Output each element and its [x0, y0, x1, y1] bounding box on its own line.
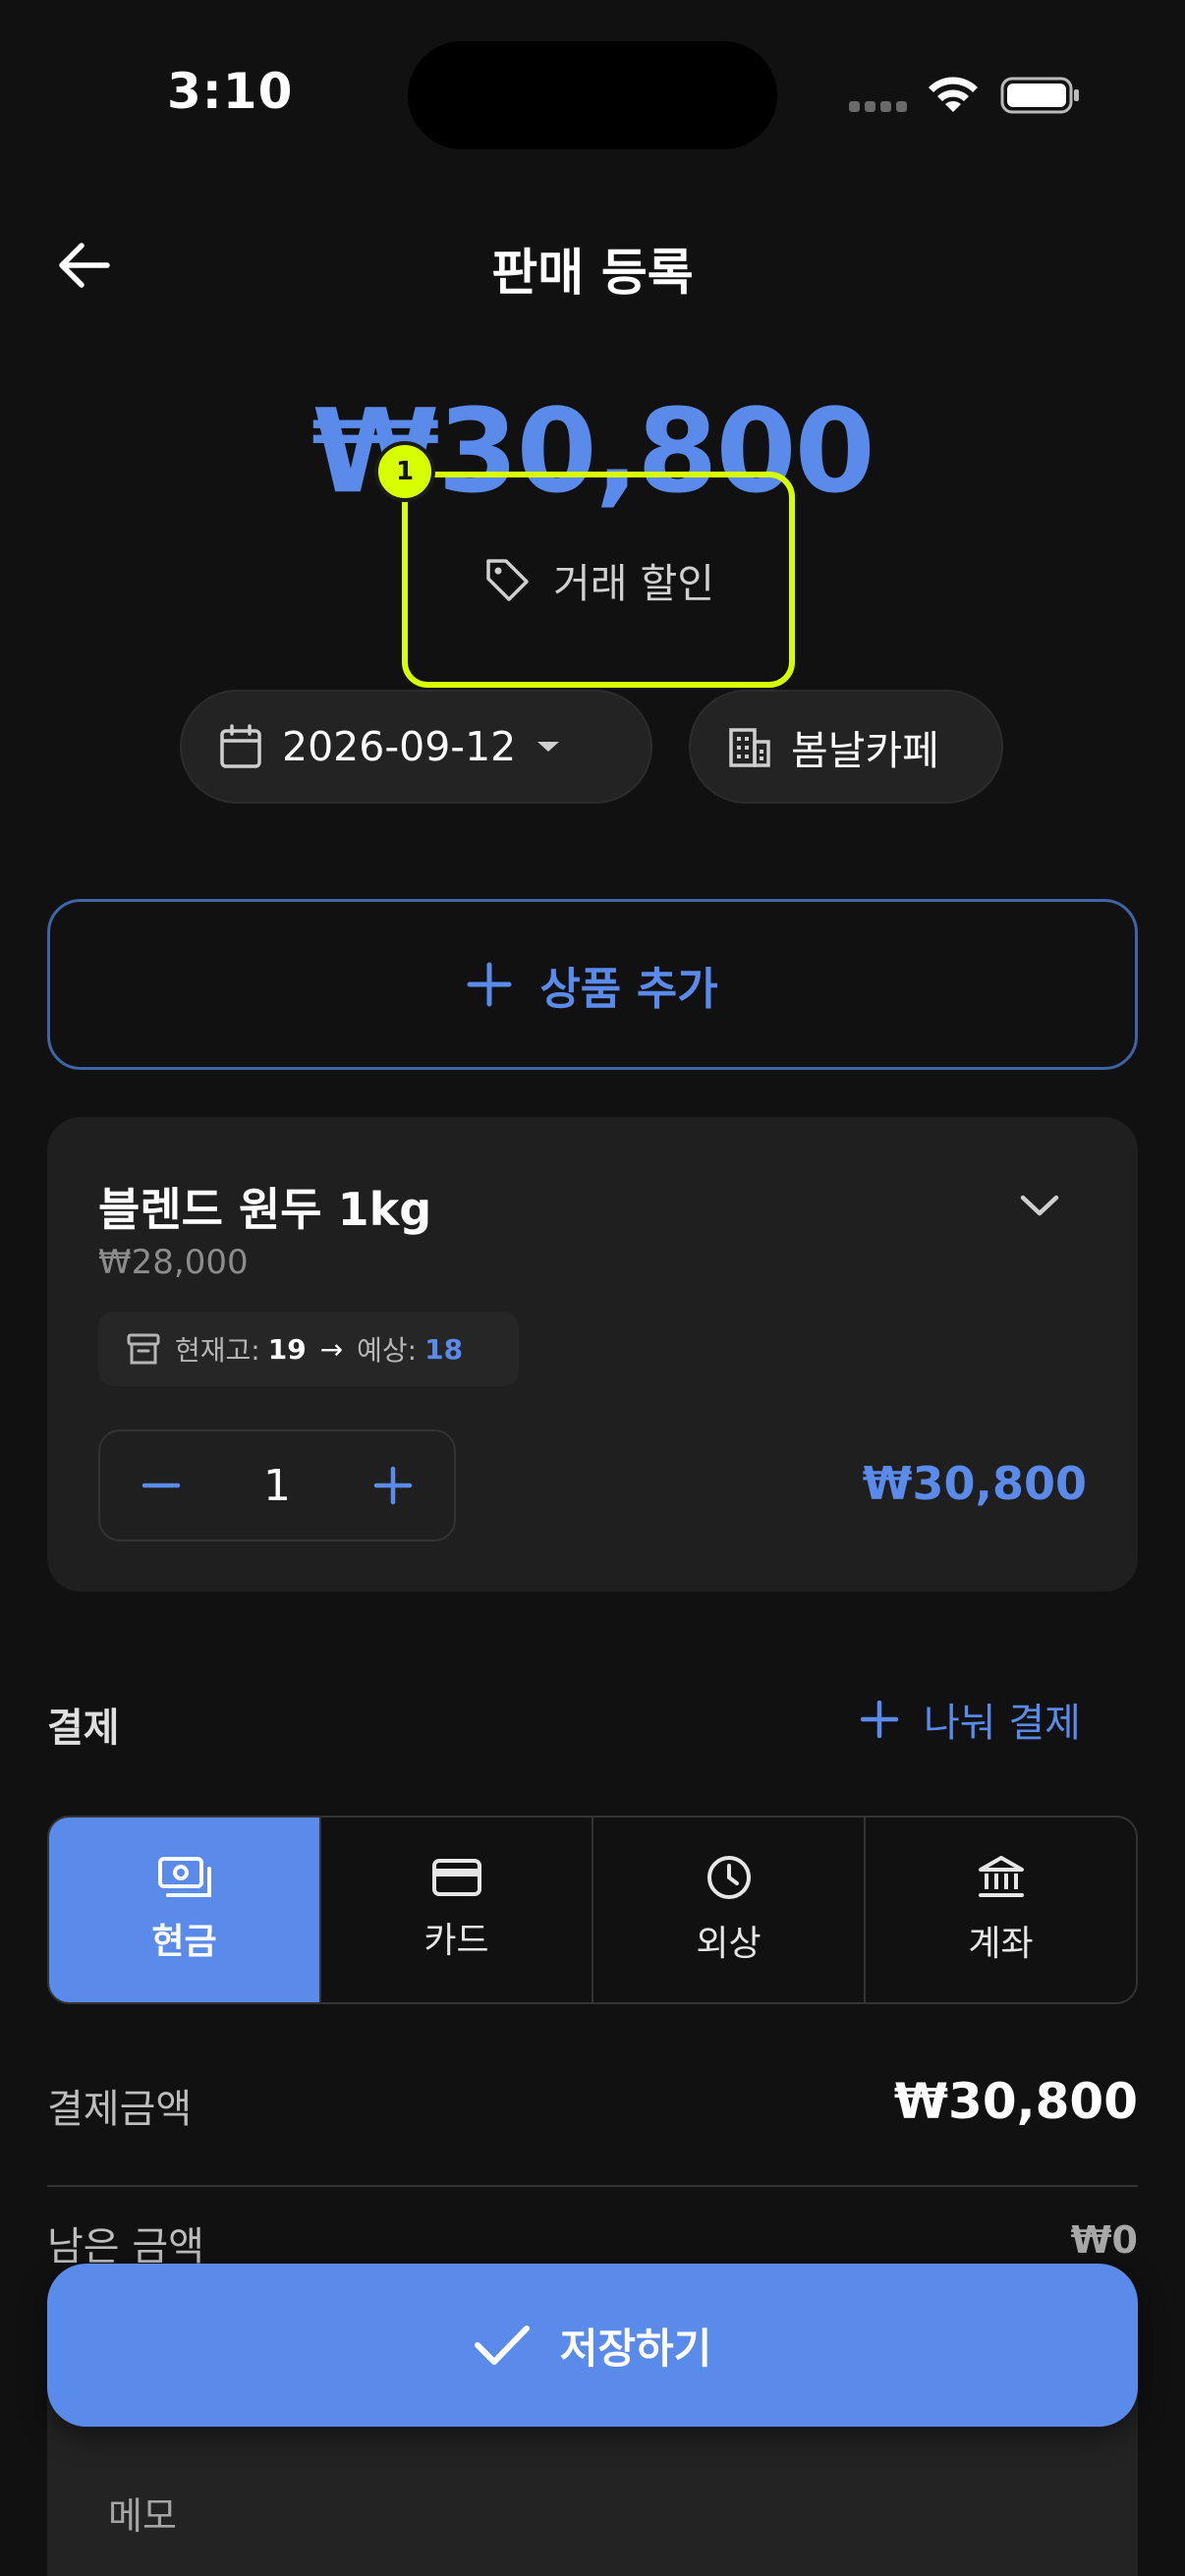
- split-payment-label: 나눠 결제: [924, 1701, 1081, 1746]
- date-selector[interactable]: 2026-09-12: [180, 690, 652, 804]
- page-title: 판매 등록: [491, 245, 694, 303]
- save-button[interactable]: 저장하기: [47, 2264, 1138, 2427]
- plus-icon: [467, 962, 512, 1007]
- payment-method-card[interactable]: 카드: [321, 1818, 593, 2002]
- expand-product-button[interactable]: [1010, 1181, 1069, 1230]
- bank-icon: [978, 1856, 1024, 1897]
- plus-icon: [373, 1466, 413, 1505]
- payment-method-credit[interactable]: 외상: [593, 1818, 866, 2002]
- divider: [47, 2185, 1138, 2187]
- remaining-amount-value: ₩0: [1070, 2218, 1138, 2262]
- payment-amount-value: ₩30,800: [893, 2073, 1138, 2130]
- quantity-value[interactable]: 1: [263, 1461, 291, 1511]
- stock-arrow: →: [319, 1332, 344, 1366]
- clock-icon: [706, 1856, 751, 1899]
- wifi-icon: [929, 77, 978, 112]
- minus-icon: [141, 1483, 181, 1488]
- sales-register-screen: 3:10 판매 등록 ₩30,800 거래 할인 1 2026-09-12 봄날…: [0, 0, 1185, 2576]
- discount-button[interactable]: 거래 할인: [402, 472, 795, 688]
- payment-section-title: 결제: [47, 1706, 120, 1751]
- payment-amount-label: 결제금액: [47, 2087, 193, 2132]
- payment-method-card-label: 카드: [423, 1921, 489, 1961]
- payment-method-cash-label: 현금: [151, 1922, 217, 1962]
- payment-method-transfer-label: 계좌: [968, 1924, 1034, 1964]
- cellular-signal-icon: [849, 101, 908, 115]
- split-payment-button[interactable]: 나눠 결제: [861, 1682, 1081, 1757]
- decrease-quantity-button[interactable]: [132, 1456, 191, 1515]
- product-unit-price: ₩28,000: [98, 1243, 249, 1282]
- check-icon: [474, 2325, 530, 2365]
- quantity-stepper: 1: [98, 1429, 456, 1541]
- date-value: 2026-09-12: [282, 723, 517, 770]
- stock-expected-label: 예상:: [357, 1334, 418, 1367]
- add-product-label: 상품 추가: [539, 962, 718, 1015]
- archive-icon: [127, 1333, 160, 1365]
- status-time: 3:10: [167, 63, 294, 120]
- stock-info: 현재고: 19 → 예상: 18: [98, 1312, 519, 1386]
- card-icon: [431, 1859, 481, 1896]
- store-name: 봄날카페: [791, 727, 939, 774]
- battery-icon: [1000, 77, 1079, 114]
- dynamic-island: [408, 41, 777, 149]
- cash-icon: [157, 1857, 211, 1897]
- stock-expected-value: 18: [424, 1332, 464, 1366]
- increase-quantity-button[interactable]: [364, 1456, 423, 1515]
- payment-method-transfer[interactable]: 계좌: [866, 1818, 1136, 2002]
- annotation-badge: 1: [374, 441, 435, 502]
- building-icon: [729, 728, 770, 767]
- payment-method-cash[interactable]: 현금: [49, 1818, 321, 2002]
- memo-label: 메모: [108, 2494, 177, 2538]
- chevron-down-icon: [1020, 1195, 1059, 1216]
- discount-label: 거래 할인: [553, 560, 714, 607]
- tag-icon: [486, 559, 529, 601]
- stock-current-value: 19: [267, 1332, 307, 1366]
- payment-method-selector: 현금 카드 외상 계좌: [47, 1816, 1138, 2004]
- dropdown-caret-icon: [537, 742, 560, 752]
- payment-method-credit-label: 외상: [696, 1924, 762, 1964]
- add-product-button[interactable]: 상품 추가: [47, 899, 1138, 1070]
- line-total: ₩30,800: [862, 1457, 1087, 1510]
- stock-current-label: 현재고:: [175, 1334, 260, 1367]
- store-selector[interactable]: 봄날카페: [689, 690, 1003, 804]
- product-name: 블렌드 원두 1kg: [98, 1183, 432, 1236]
- calendar-icon: [220, 724, 261, 768]
- save-label: 저장하기: [559, 2324, 712, 2373]
- plus-icon: [861, 1701, 898, 1738]
- product-card: 블렌드 원두 1kg ₩28,000 현재고: 19 → 예상: 18 1 ₩3…: [47, 1117, 1138, 1592]
